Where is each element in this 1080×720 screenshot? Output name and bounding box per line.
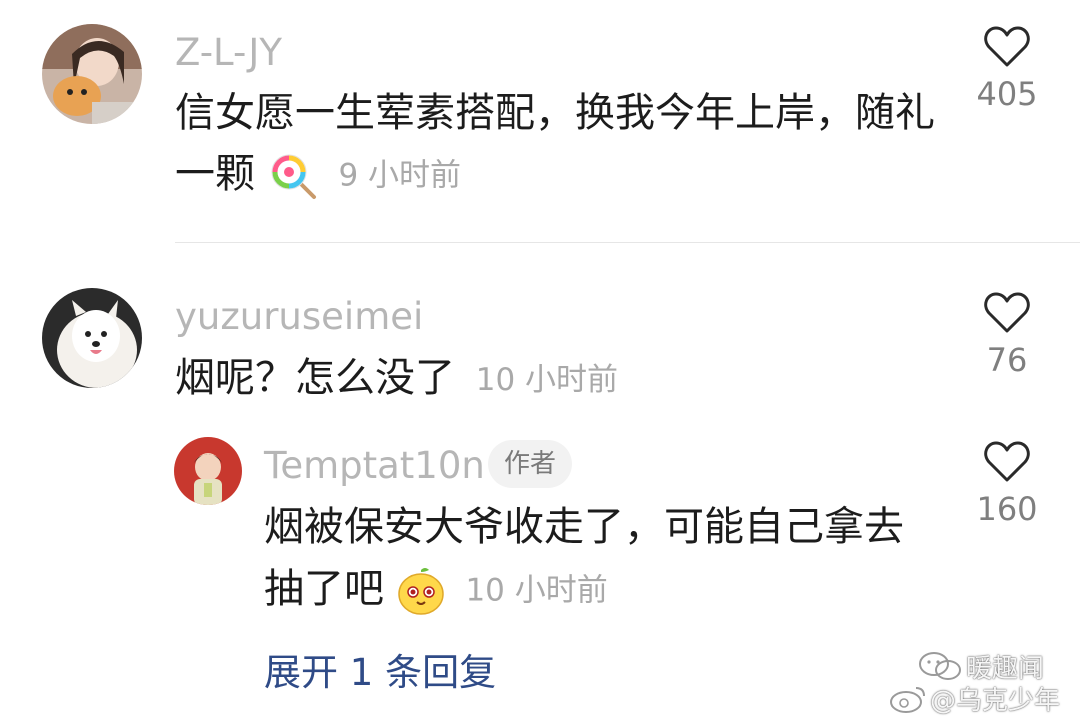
wechat-icon bbox=[918, 650, 964, 688]
watermark-handle: @乌克少年 bbox=[930, 686, 1061, 716]
expand-replies-link[interactable]: 展开 1 条回复 bbox=[264, 654, 496, 691]
username[interactable]: Temptat10n bbox=[264, 447, 485, 484]
like-count: 405 bbox=[976, 75, 1038, 113]
like-button[interactable]: 160 bbox=[952, 441, 1062, 525]
comment-text: 烟被保安大爷收走了，可能自己拿去 bbox=[264, 504, 904, 550]
timestamp: 9 小时前 bbox=[338, 157, 462, 194]
avatar[interactable] bbox=[42, 24, 142, 124]
mango-face-emoji bbox=[397, 566, 445, 616]
comment-text-line2: 一颗 9 小时前 bbox=[175, 151, 461, 201]
heart-icon[interactable] bbox=[984, 292, 1030, 334]
comment-section: Z-L-JY 信女愿一生荤素搭配，换我今年上岸，随礼 一颗 9 小时前 405 bbox=[0, 0, 1080, 720]
weibo-icon bbox=[888, 684, 928, 718]
comment-text: 信女愿一生荤素搭配，换我今年上岸，随礼 bbox=[175, 90, 935, 136]
like-count: 160 bbox=[976, 490, 1038, 528]
comment-text-cont: 一颗 bbox=[175, 151, 255, 197]
comment-text-line2: 抽了吧 10 小时前 bbox=[264, 566, 608, 616]
comment-text: 烟呢？怎么没了 bbox=[175, 355, 455, 401]
heart-icon[interactable] bbox=[984, 441, 1030, 483]
timestamp: 10 小时前 bbox=[475, 361, 619, 398]
comment-text-cont: 抽了吧 bbox=[264, 566, 384, 612]
like-count: 76 bbox=[986, 341, 1028, 379]
username[interactable]: Z-L-JY bbox=[175, 34, 282, 71]
like-button[interactable]: 76 bbox=[952, 292, 1062, 376]
heart-icon[interactable] bbox=[984, 26, 1030, 68]
comment-text-line: 烟呢？怎么没了 10 小时前 bbox=[175, 358, 618, 398]
timestamp: 10 小时前 bbox=[465, 572, 608, 609]
divider bbox=[175, 242, 1080, 243]
like-button[interactable]: 405 bbox=[952, 26, 1062, 110]
username[interactable]: yuzuruseimei bbox=[175, 298, 423, 335]
author-badge: 作者 bbox=[488, 440, 573, 488]
lollipop-emoji bbox=[268, 151, 318, 201]
avatar[interactable] bbox=[42, 288, 142, 388]
watermark-account: 暖趣闻 bbox=[966, 654, 1045, 684]
avatar[interactable] bbox=[174, 437, 242, 505]
